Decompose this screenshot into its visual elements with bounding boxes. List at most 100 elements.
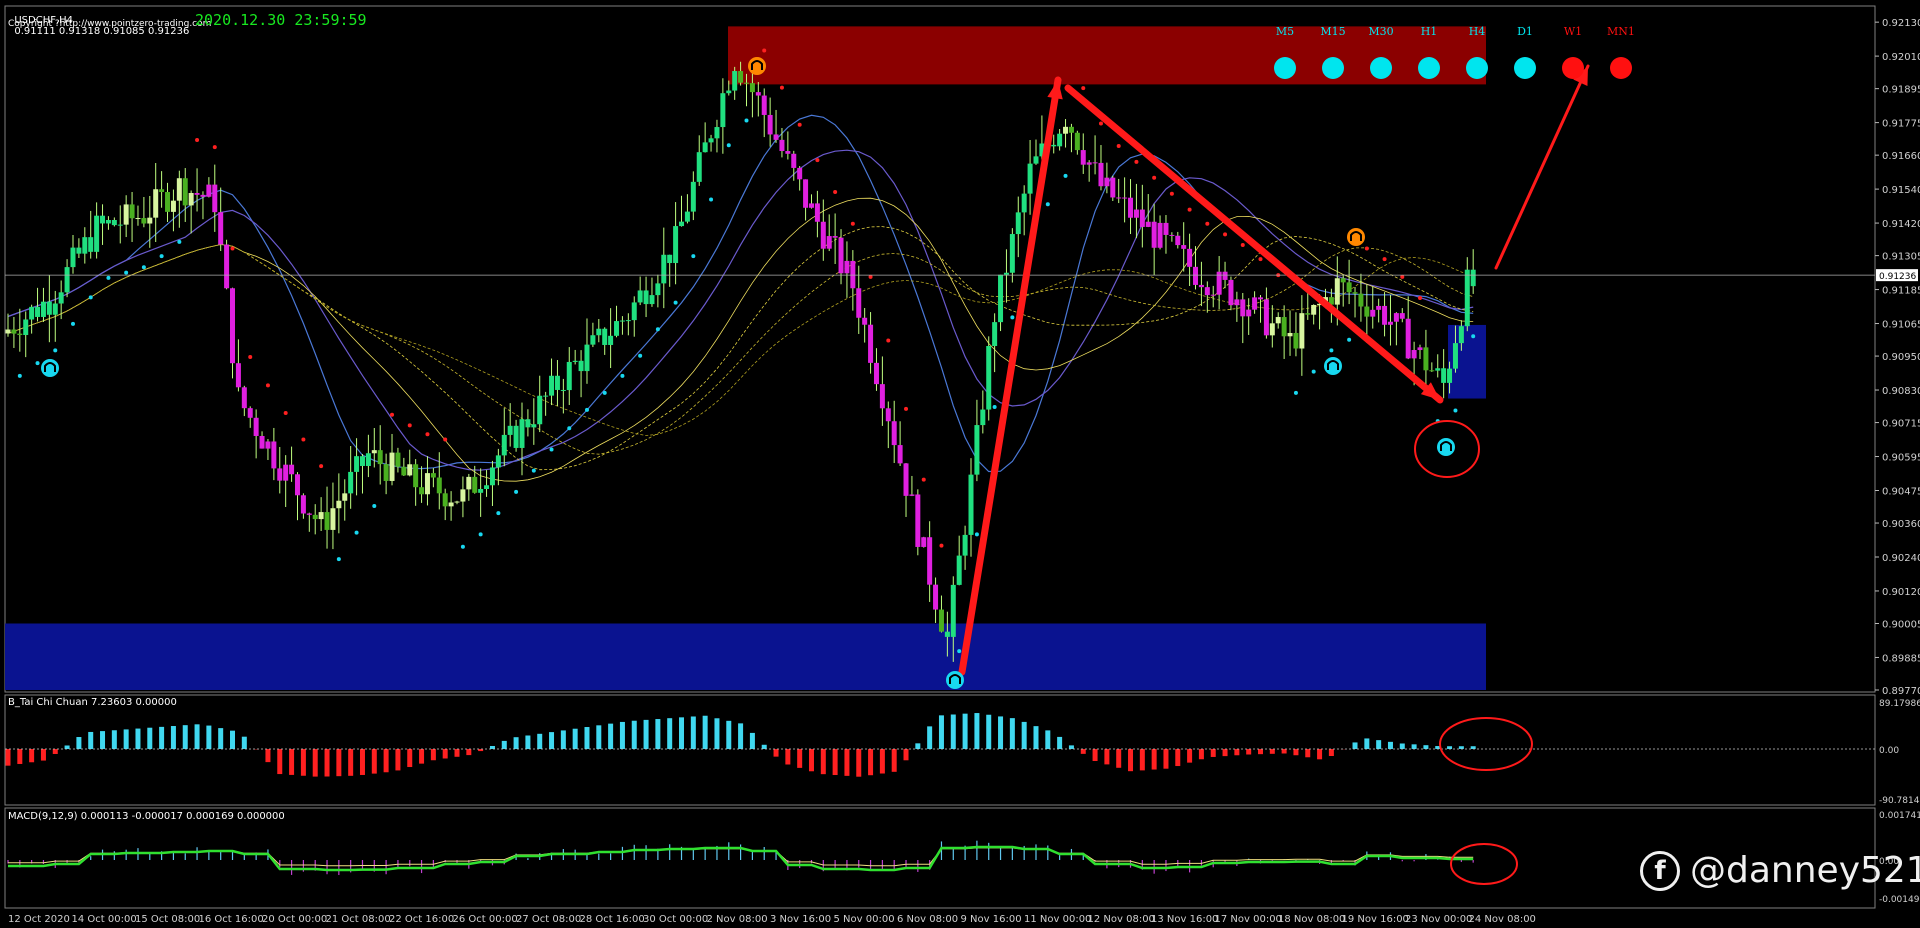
- candle-body: [159, 189, 165, 193]
- trading-chart[interactable]: 0.91236 0.92130 0.92010 0.91895 0.91775 0.916…: [0, 0, 1920, 928]
- candle-body: [1074, 132, 1080, 151]
- candle-body: [1376, 305, 1382, 310]
- tai-chi-bar: [430, 749, 436, 761]
- candle-body: [1204, 287, 1210, 296]
- tai-chi-bar: [690, 716, 696, 749]
- candle-body: [1145, 221, 1151, 227]
- timeframe-signal-h1[interactable]: [1418, 57, 1440, 79]
- trailing-stop-dot: [584, 407, 589, 412]
- candle-body: [1151, 221, 1157, 248]
- tai-chi-pane-frame: [4, 694, 1876, 806]
- price-tick-label: 0.91895: [1882, 85, 1920, 96]
- trailing-stop-dot: [921, 477, 926, 482]
- tai-chi-bar: [1163, 749, 1169, 769]
- trailing-stop-dot: [1098, 121, 1103, 126]
- candle-body: [489, 467, 495, 486]
- candle-body: [1429, 370, 1435, 372]
- tai-chi-bar: [619, 721, 625, 749]
- trailing-stop-dot: [35, 361, 40, 366]
- tai-chi-bar: [820, 749, 826, 775]
- tai-chi-bar: [5, 749, 11, 766]
- trailing-stop-dot: [1258, 257, 1263, 262]
- timeframe-signal-m5[interactable]: [1274, 57, 1296, 79]
- macd-scale-label: -0.001493: [1879, 895, 1920, 905]
- candle-body: [631, 302, 637, 321]
- candle-body: [294, 474, 300, 496]
- candle-body: [1181, 245, 1187, 249]
- tai-chi-bar: [159, 726, 165, 749]
- candle-body: [625, 320, 631, 322]
- candle-body: [797, 167, 803, 180]
- candle-body: [377, 450, 383, 465]
- tai-chi-bar: [265, 749, 271, 763]
- candle-body: [1447, 368, 1453, 383]
- candle-body: [838, 237, 844, 274]
- timeframe-signal-w1[interactable]: [1562, 57, 1584, 79]
- candle-body: [755, 92, 761, 96]
- trailing-stop-dot: [1240, 243, 1245, 248]
- price-tick-label: 0.90120: [1882, 587, 1920, 598]
- tai-chi-bar: [643, 719, 649, 749]
- time-tick-label: 12 Oct 2020: [8, 914, 70, 925]
- timeframe-signal-m30[interactable]: [1370, 57, 1392, 79]
- trailing-stop-dot: [709, 197, 714, 202]
- tai-chi-bar: [1151, 749, 1157, 770]
- trailing-stop-dot: [779, 85, 784, 90]
- trailing-stop-dot: [1364, 246, 1369, 251]
- candle-body: [100, 215, 106, 224]
- candle-body: [1281, 317, 1287, 337]
- macd-histogram: [7, 840, 1474, 876]
- price-tick-label: 0.91420: [1882, 219, 1920, 230]
- tai-chi-bar: [773, 749, 779, 757]
- candle-body: [46, 301, 52, 315]
- candle-body: [897, 445, 903, 464]
- trailing-stop-dot: [531, 468, 536, 473]
- buy-signal-marker: [946, 671, 964, 689]
- candle-body: [1027, 163, 1033, 194]
- candle-body: [1009, 234, 1015, 273]
- moving-average-line: [7, 114, 1474, 473]
- candle-body: [690, 181, 696, 212]
- candle-body: [342, 493, 348, 501]
- candle-body: [1015, 212, 1021, 235]
- trailing-stop-dot: [1045, 202, 1050, 207]
- candle-body: [76, 247, 82, 254]
- timeframe-signal-mn1[interactable]: [1610, 57, 1632, 79]
- timeframe-signal-d1[interactable]: [1514, 57, 1536, 79]
- candle-body: [1464, 269, 1470, 327]
- trailing-stop-group: [17, 48, 1476, 654]
- candle-body: [832, 236, 838, 238]
- trailing-stop-dot: [1152, 175, 1157, 180]
- candle-body: [773, 134, 779, 140]
- timeframe-label-m30: M30: [1368, 25, 1394, 38]
- candle-body: [17, 333, 23, 336]
- macd-scale-label: 0.001741: [1879, 811, 1920, 821]
- tai-chi-bar: [383, 749, 389, 773]
- candle-body: [105, 220, 111, 224]
- tai-chi-bar: [1080, 749, 1086, 754]
- candle-body: [472, 476, 478, 493]
- time-tick-label: 22 Oct 16:00: [389, 914, 454, 925]
- candle-body: [88, 237, 94, 252]
- candle-body: [165, 192, 171, 212]
- timeframe-signal-m15[interactable]: [1322, 57, 1344, 79]
- tai-chi-bar: [1045, 730, 1051, 749]
- candle-body: [1092, 162, 1098, 164]
- tai-chi-bar: [277, 749, 283, 775]
- tai-chi-bar: [1104, 749, 1110, 765]
- candles-group: [5, 61, 1476, 662]
- trailing-stop-dot: [833, 189, 838, 194]
- trailing-stop-dot: [602, 390, 607, 395]
- tai-chi-bar: [419, 749, 425, 764]
- candle-body: [271, 441, 277, 469]
- timeframe-signal-h4[interactable]: [1466, 57, 1488, 79]
- timeframe-label-m5: M5: [1275, 25, 1295, 38]
- candle-body: [460, 489, 466, 502]
- candle-body: [1257, 297, 1263, 300]
- candle-body: [241, 387, 247, 409]
- candle-body: [454, 501, 460, 503]
- candle-body: [401, 466, 407, 476]
- candle-body: [614, 321, 620, 336]
- candle-body: [909, 494, 915, 496]
- time-tick-label: 12 Nov 08:00: [1088, 914, 1155, 925]
